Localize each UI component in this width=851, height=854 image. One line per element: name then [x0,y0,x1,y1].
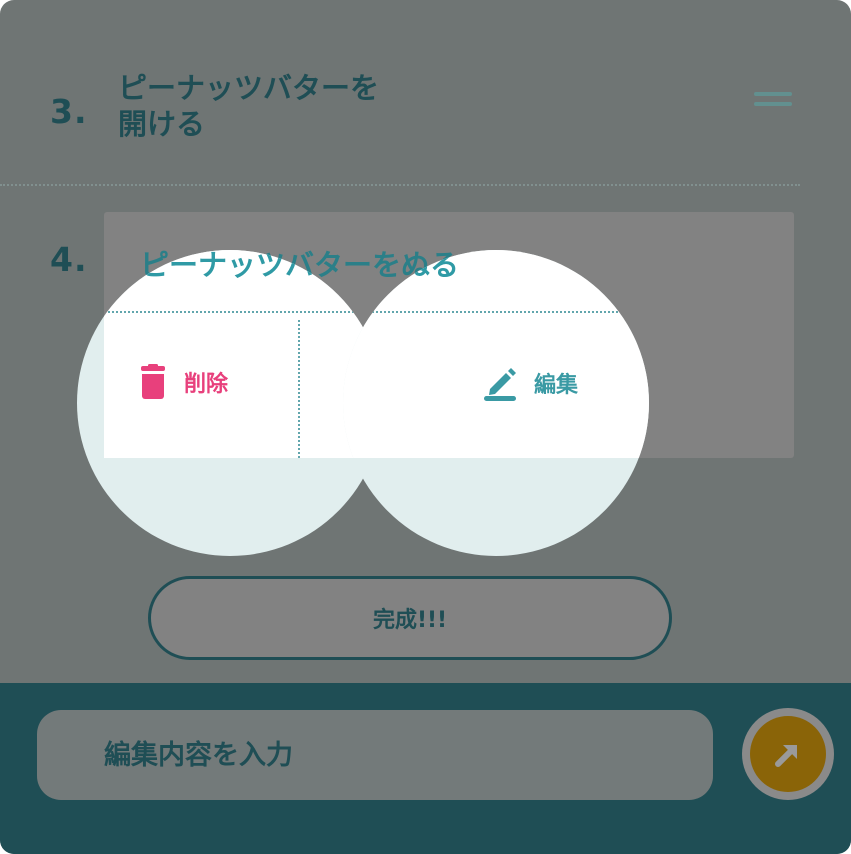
complete-label: 完成!!! [372,608,448,633]
card-divider [343,311,649,313]
delete-label: 削除 [184,372,229,397]
arrow-up-right-icon [775,745,797,767]
step-divider [0,184,800,186]
edit-content-input[interactable] [37,710,713,800]
send-button[interactable] [742,708,834,800]
delete-button[interactable]: 削除 [138,364,228,400]
spotlight-delete: ピーナッツバターをぬる 削除 [77,250,383,556]
app-screen: 3. ピーナッツバターを 開ける 4. ピーナッツバターをぬる ピーナッツバター… [0,0,851,854]
step-text-4: ピーナッツバターをぬる [343,250,460,282]
card-divider [104,311,383,313]
step-item-3[interactable]: 3. ピーナッツバターを 開ける [0,60,851,185]
step-text: ピーナッツバターを 開ける [118,71,380,141]
step-number: 3. [50,92,88,131]
drag-handle-icon[interactable] [754,92,792,112]
edit-label: 編集 [534,373,579,398]
complete-button[interactable]: 完成!!! [148,576,672,660]
action-divider [298,320,300,458]
pencil-icon [484,368,516,401]
edit-button[interactable]: 編集 [482,364,578,402]
trash-icon [141,364,165,399]
spotlight-edit: ピーナッツバターをぬる 編集 [343,250,649,556]
